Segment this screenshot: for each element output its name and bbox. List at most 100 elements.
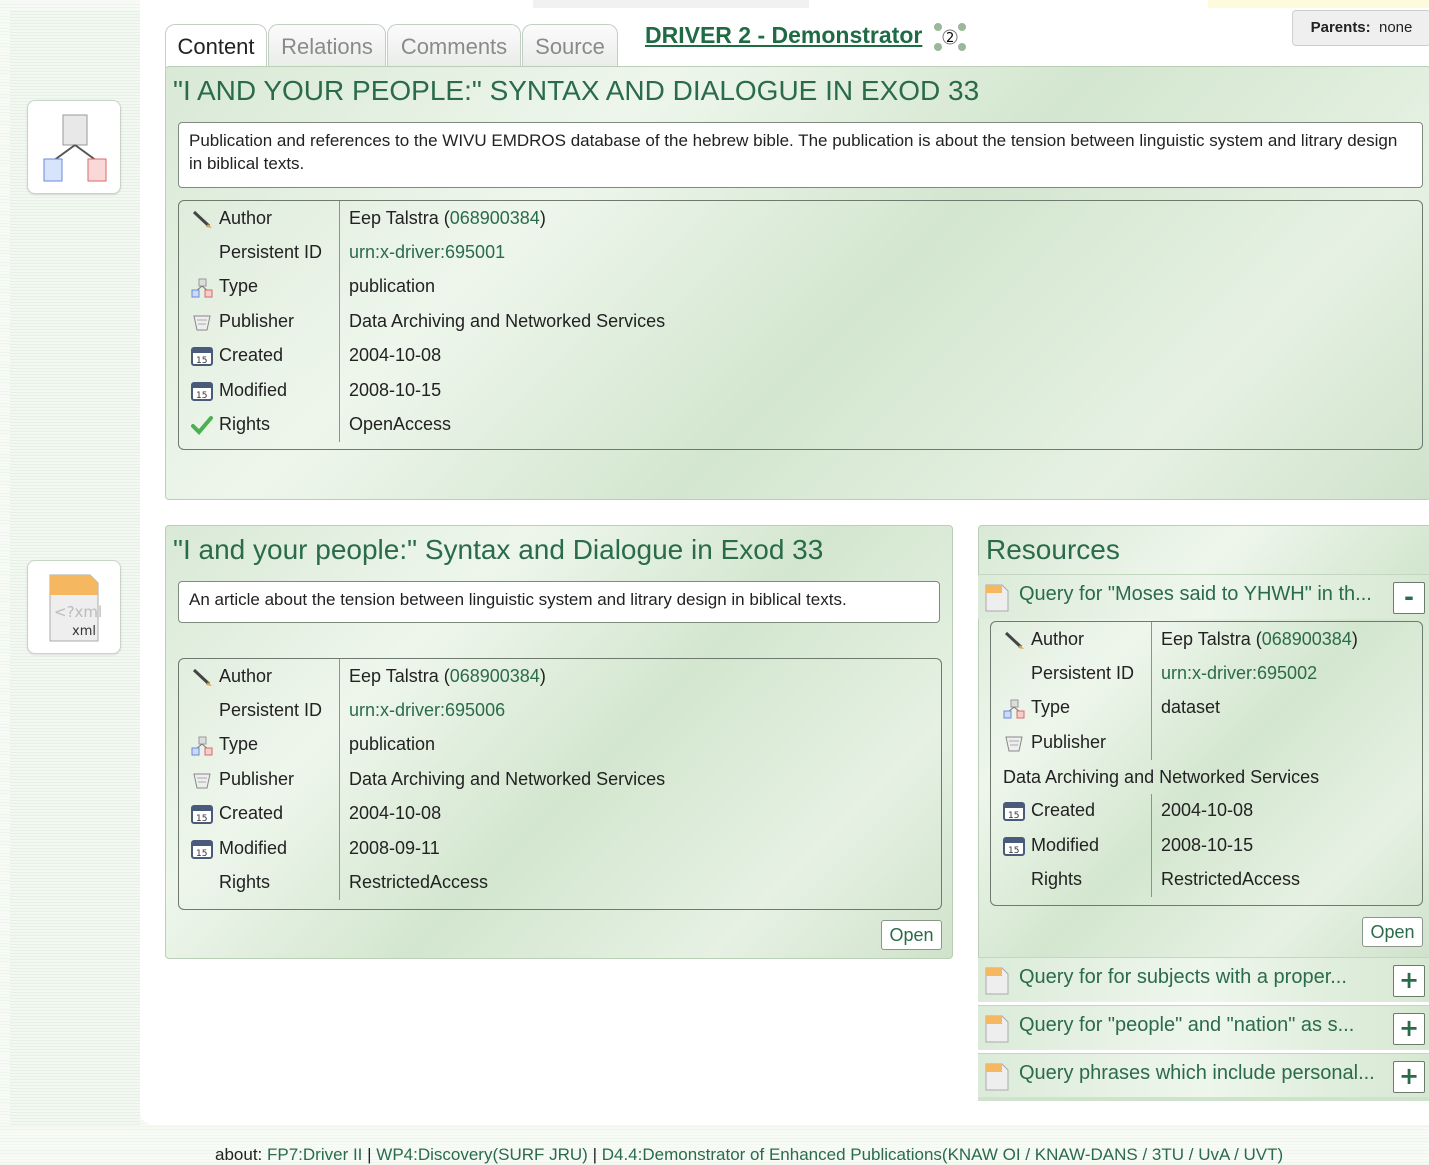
check-icon [191,415,213,436]
yellow-strip [1208,0,1429,8]
calendar-icon: 15 [191,839,213,859]
expand-button[interactable]: + [1393,1061,1425,1093]
field-value-cell: publication [340,270,666,304]
main-record-metadata: Author Eep Talstra (068900384) Persistent … [178,200,1423,450]
resource-item-expanded[interactable]: Query for "Moses said to YHWH" in th... [978,574,1429,619]
field-value-cell: urn:x-driver:695006 [340,693,666,727]
metadata-row: Publisher Data Archiving and Networked Se… [179,304,666,339]
resource-label[interactable]: Query for "people" and "nation" as s... [1019,1014,1354,1037]
resource-item-collapsed[interactable]: Query for for subjects with a proper... [978,957,1429,1002]
field-value: 2004-10-08 [349,345,442,366]
metadata-row: 15 Modified 2008-10-15 [991,827,1300,863]
demonstrator-link[interactable]: DRIVER 2 - Demonstrator [645,22,922,49]
field-label: Author [1031,628,1085,649]
main-record-panel: "I AND YOUR PEOPLE:" SYNTAX AND DIALOGUE… [165,66,1429,500]
open-button[interactable]: Open [881,920,942,950]
field-label-cell: Publisher [179,762,340,797]
resource-label[interactable]: Query phrases which include personal... [1019,1062,1375,1085]
field-label-cell: Author [991,622,1152,657]
field-label-cell: Type [179,269,340,305]
svg-text:15: 15 [1008,846,1019,856]
field-value: Eep Talstra ( [349,665,450,686]
main-record-title: "I AND YOUR PEOPLE:" SYNTAX AND DIALOGUE… [173,75,980,106]
article-panel: "I and your people:" Syntax and Dialogue… [165,525,953,959]
field-label: Publisher [219,310,295,331]
field-label-cell: Type [991,690,1152,726]
field-link[interactable]: 068900384 [1262,629,1352,649]
calendar-icon: 15 [1003,801,1025,822]
field-label-cell: Publisher [991,725,1152,760]
calendar-icon: 15 [1003,836,1025,856]
footer-link-wp4[interactable]: WP4:Discovery(SURF JRU) [376,1145,588,1164]
metadata-row: Type publication [179,727,665,763]
hierarchy-icon [43,114,107,182]
field-label: Rights [219,872,271,893]
field-value: publication [349,276,436,297]
xml-view-button[interactable]: <?xml xml [27,560,121,654]
resource-label[interactable]: Query for "Moses said to YHWH" in th... [1019,583,1372,606]
network-icon[interactable]: 2 [932,20,968,54]
expand-button[interactable]: + [1393,965,1425,997]
field-label-cell: 15 Created [179,796,340,831]
field-label-cell: 15 Created [991,793,1152,828]
field-link[interactable]: 068900384 [450,208,540,228]
field-link[interactable]: urn:x-driver:695002 [1161,663,1317,683]
network-badge: 2 [946,31,954,46]
field-value-cell: 2008-10-15 [340,373,666,407]
metadata-table: 15 Created 2004-10-08 15 Modified 2008-10-15 R… [991,793,1300,897]
tab-relations[interactable]: Relations [268,24,386,67]
field-value: 2004-10-08 [1161,800,1254,821]
field-value: dataset [1161,697,1221,718]
resource-metadata: Author Eep Talstra (068900384) Persistent … [990,621,1423,906]
pencil-icon [191,667,213,687]
field-value-cell: Data Archiving and Networked Services [340,304,666,338]
field-link[interactable]: urn:x-driver:695001 [349,242,505,262]
metadata-row: Type publication [179,269,666,305]
resource-open-button[interactable]: Open [1362,917,1423,947]
resource-label[interactable]: Query for for subjects with a proper... [1019,966,1347,989]
field-value-cell: 2004-10-08 [340,339,666,373]
metadata-row: 15 Modified 2008-10-15 [179,372,666,408]
metadata-row: Publisher [991,725,1358,760]
parents-value: none [1379,19,1413,36]
xml-doc-icon [985,967,1009,995]
tab-content[interactable]: Content [165,24,267,68]
metadata-row: Rights RestrictedAccess [179,865,665,900]
field-link[interactable]: urn:x-driver:695006 [349,700,505,720]
footer-link-d44[interactable]: D4.4:Demonstrator of Enhanced Publicatio… [602,1145,1283,1164]
field-label: Rights [1031,869,1083,890]
resource-item-collapsed[interactable]: Query for "people" and "nation" as s... [978,1005,1429,1050]
field-label: Created [1031,800,1096,821]
main-record-description: Publication and references to the WIVU E… [178,122,1423,188]
tab-comments[interactable]: Comments [387,24,521,67]
footer-link-fp7[interactable]: FP7:Driver II [267,1145,362,1164]
field-label-cell: Author [179,201,340,236]
field-value-cell: Eep Talstra (068900384) [340,201,666,235]
tab-source[interactable]: Source [522,24,618,67]
field-label-cell: 15 Modified [179,830,340,866]
xml-file-text: <?xml [54,603,102,621]
field-label-cell: Persistent ID [179,235,340,270]
footer: about: FP7:Driver II | WP4:Discovery(SUR… [215,1145,1283,1165]
field-link[interactable]: 068900384 [450,666,540,686]
parents-label: Parents: [1310,19,1371,36]
field-value-cell: RestrictedAccess [1152,862,1300,896]
svg-text:15: 15 [1008,811,1019,821]
field-value-cell: 2008-09-11 [340,831,666,865]
field-value-cell: 2004-10-08 [340,797,666,831]
field-label: Created [219,345,284,366]
field-value-cell: Eep Talstra (068900384) [340,659,666,693]
resource-item-collapsed[interactable]: Query phrases which include personal... [978,1053,1429,1098]
field-label: Author [219,207,273,228]
field-value: Data Archiving and Networked Services [349,310,666,331]
article-title: "I and your people:" Syntax and Dialogue… [173,534,824,565]
field-label: Type [1031,697,1071,718]
xml-doc-icon [985,1015,1009,1043]
calendar-icon: 15 [191,381,213,401]
collapse-button[interactable]: - [1393,582,1425,614]
xml-doc-icon [985,584,1009,612]
expand-button[interactable]: + [1393,1013,1425,1045]
hierarchy-view-button[interactable] [27,100,121,194]
metadata-row: Persistent ID urn:x-driver:695002 [991,656,1358,691]
resources-panel-bottom [978,1097,1429,1101]
